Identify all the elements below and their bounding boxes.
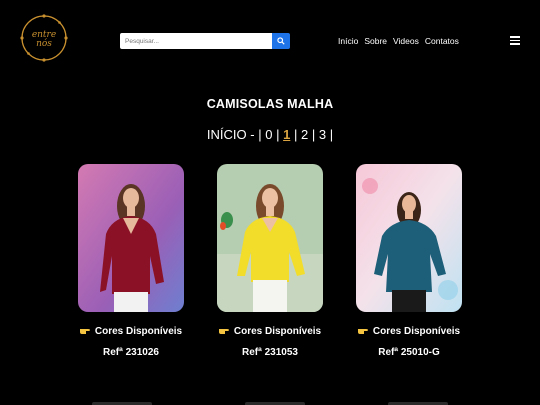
nav-link-sobre[interactable]: Sobre [364,36,387,46]
site-header: entre nós Início Sobre Videos Contatos [0,0,540,80]
product-image[interactable] [356,164,462,312]
pagination-page-1-current[interactable]: 1 [283,127,290,142]
available-colors-label: Cores Disponíveis [94,326,183,337]
nav-link-inicio[interactable]: Início [338,36,358,46]
pointing-hand-icon [218,329,229,334]
product-image[interactable] [78,164,184,312]
pagination-separator: | [276,127,280,142]
pagination-page-2[interactable]: 2 [301,127,308,142]
search-button[interactable] [272,33,290,49]
pagination-separator: | [258,127,262,142]
product-card[interactable]: Cores Disponíveis Refª 25010-G [356,164,462,358]
product-ref: Refª 231026 [103,347,159,358]
page-title: CAMISOLAS MALHA [206,97,334,111]
search-bar [120,33,290,49]
logo[interactable]: entre nós [19,13,69,63]
search-input[interactable] [120,33,272,49]
svg-text:nós: nós [36,38,52,49]
pagination-start-link[interactable]: INÍCIO - [207,127,255,142]
main-nav: Início Sobre Videos Contatos [338,36,459,46]
pagination-page-0[interactable]: 0 [265,127,272,142]
pagination-separator: | [293,127,298,142]
product-ref: Refª 25010-G [378,347,440,358]
available-colors-label: Cores Disponíveis [372,326,461,337]
pagination-separator: | [311,127,316,142]
nav-link-videos[interactable]: Videos [393,36,419,46]
pagination-page-3[interactable]: 3 [319,127,326,142]
pointing-hand-icon [357,329,368,334]
pagination-separator: | [329,127,334,142]
available-colors-label: Cores Disponíveis [233,326,322,337]
product-image[interactable] [217,164,323,312]
product-ref: Refª 231053 [242,347,298,358]
search-icon [277,37,285,45]
product-card[interactable]: Cores Disponíveis Refª 231053 [217,164,323,358]
product-card[interactable]: Cores Disponíveis Refª 231026 [78,164,184,358]
available-colors-link[interactable]: Cores Disponíveis [61,325,201,337]
available-colors-link[interactable]: Cores Disponíveis [200,325,340,337]
pagination: INÍCIO - | 0 | 1 | 2 | 3 | [0,127,540,142]
hamburger-icon[interactable] [510,36,520,45]
nav-link-contatos[interactable]: Contatos [425,36,459,46]
available-colors-link[interactable]: Cores Disponíveis [339,325,479,337]
pointing-hand-icon [79,329,90,334]
